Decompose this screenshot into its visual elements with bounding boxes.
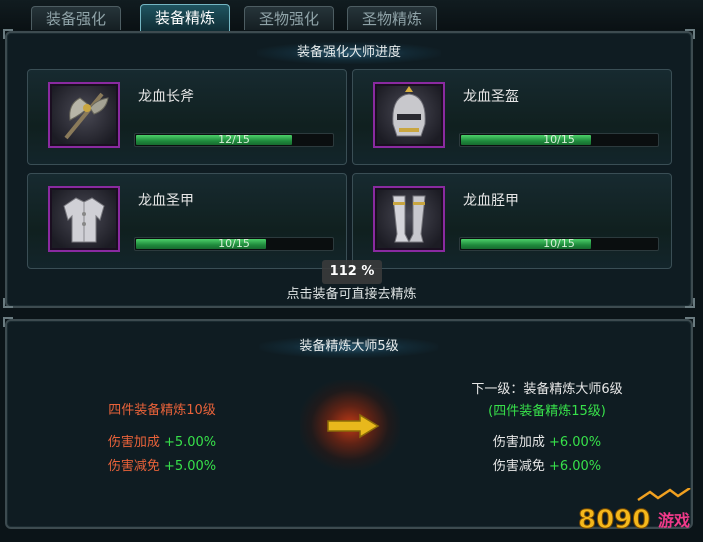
zoom-indicator: 112 % [322,260,382,284]
refine-progress-bar: 12/15 [134,133,334,147]
refine-progress-text: 10/15 [543,133,575,146]
refine-master-title: 装备精炼大师5级 [259,336,439,358]
frame-corner [3,317,13,327]
equipment-card-helmet[interactable]: 龙血圣盔 10/15 [352,69,672,165]
helmet-icon [373,82,445,148]
equipment-name: 龙血胫甲 [463,193,519,209]
equipment-name: 龙血圣甲 [138,193,194,209]
current-stat-damage-bonus: 伤害加成 +5.00% [7,431,317,450]
next-stat-damage-bonus: 伤害加成 +6.00% [412,431,682,450]
equipment-card-axe[interactable]: 龙血长斧 12/15 [27,69,347,165]
stat-value: +6.00% [548,435,602,450]
tab-relic-enhance[interactable]: 圣物强化 [244,6,334,30]
equipment-name: 龙血长斧 [138,89,194,105]
tab-bar: 装备强化 装备精炼 圣物强化 圣物精炼 [0,0,703,31]
logo-text: 游戏 [658,511,690,530]
site-logo: 8090 游戏 [578,486,698,538]
frame-corner [3,29,13,39]
logo-digits: 8090 [578,505,650,535]
refine-hint: 点击装备可直接去精炼 [286,287,417,302]
frame-corner [3,298,13,308]
frame-corner [685,298,695,308]
axe-icon [48,82,120,148]
next-level-title: 下一级：装备精炼大师6级 [471,382,623,397]
tab-equipment-refine[interactable]: 装备精炼 [140,4,230,31]
refine-progress-text: 10/15 [218,237,250,250]
next-stat-damage-reduction: 伤害减免 +6.00% [412,455,682,474]
current-stat-damage-reduction: 伤害减免 +5.00% [7,455,317,474]
greaves-icon [373,186,445,252]
stat-value: +6.00% [548,459,602,474]
tab-equipment-enhance[interactable]: 装备强化 [31,6,121,30]
equipment-name: 龙血圣盔 [463,89,519,105]
frame-corner [685,29,695,39]
master-progress-title: 装备强化大师进度 [256,42,442,64]
current-requirement: 四件装备精炼10级 [108,403,216,418]
stat-value: +5.00% [163,435,217,450]
stat-label: 伤害减免 [107,459,160,474]
stat-label: 伤害减免 [492,459,545,474]
refine-progress-text: 10/15 [543,237,575,250]
equipment-card-armor[interactable]: 龙血圣甲 10/15 [27,173,347,269]
refine-progress-text: 12/15 [218,133,250,146]
frame-corner [685,317,695,327]
refine-progress-bar: 10/15 [459,133,659,147]
next-requirement: (四件装备精炼15级) [488,404,606,419]
refine-progress-bar: 10/15 [459,237,659,251]
right-arrow-icon [327,413,380,439]
equipment-card-greaves[interactable]: 龙血胫甲 10/15 [352,173,672,269]
stat-label: 伤害加成 [107,435,160,450]
armor-icon [48,186,120,252]
stat-value: +5.00% [163,459,217,474]
stat-label: 伤害加成 [492,435,545,450]
refine-progress-bar: 10/15 [134,237,334,251]
tab-relic-refine[interactable]: 圣物精炼 [347,6,437,30]
